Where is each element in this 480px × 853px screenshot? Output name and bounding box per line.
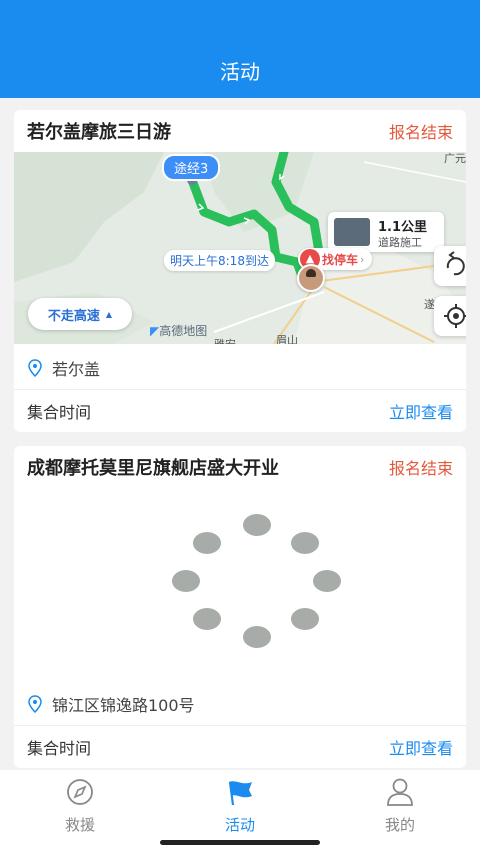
loading-spinner [14,488,466,688]
waypoint-label: 途经3 [162,154,221,181]
status-badge: 报名结束 [388,123,453,142]
flag-icon [228,781,252,806]
location-text: 锦江区锦逸路100号 [52,695,195,715]
tab-label: 救援 [64,816,95,834]
incident-photo [334,218,370,246]
compass-icon [67,779,93,805]
activity-title: 成都摩托莫里尼旗舰店盛大开业 [27,458,279,479]
tab-rescue[interactable]: 救援 [30,778,130,835]
spinner-dot [193,532,221,554]
caret-up-icon: ▲ [105,309,113,319]
incident-type: 道路施工 [378,236,422,249]
user-avatar [297,264,325,292]
chevron-right-icon: › [360,252,365,266]
gather-time-label: 集合时间 [27,403,92,422]
spinner-dot [172,570,200,592]
location-text: 若尔盖 [52,359,101,379]
refresh-icon [446,251,465,276]
view-details-link[interactable]: 立即查看 [389,399,453,423]
top-bar: 活动 [0,0,480,98]
map-watermark: ◤高德地图 [150,324,208,338]
spinner-dot [243,626,271,648]
gather-time-row: 集合时间 立即查看 [14,726,466,768]
location-row: 若尔盖 [14,346,466,390]
location-pin-icon [28,694,42,713]
user-icon [387,778,413,806]
refresh-route-button[interactable] [434,246,466,286]
activity-card-header: 成都摩托莫里尼旗舰店盛大开业 报名结束 [14,446,466,488]
avoid-highway-toggle[interactable]: 不走高速 ▲ [28,298,132,330]
gather-time-label: 集合时间 [27,739,92,758]
incident-card[interactable]: 1.1公里 道路施工 [328,212,444,252]
tab-mine[interactable]: 我的 [350,778,450,835]
place-label: 广元 [444,152,466,165]
home-indicator [160,840,320,845]
tab-label: 我的 [384,816,415,834]
view-details-link[interactable]: 立即查看 [389,735,453,759]
spinner-dot [313,570,341,592]
status-badge: 报名结束 [388,459,453,478]
spinner-dot [193,608,221,630]
spinner-dot [291,608,319,630]
tab-activities[interactable]: 活动 [190,778,290,835]
page-title: 活动 [220,60,260,84]
activity-title: 若尔盖摩旅三日游 [27,122,171,143]
activity-card[interactable]: 成都摩托莫里尼旗舰店盛大开业 报名结束 锦江区锦逸路100号 集合时间 立即查看 [14,446,466,768]
arrival-label: 明天上午8:18到达 [164,250,275,271]
spinner-dot [243,514,271,536]
location-row: 锦江区锦逸路100号 [14,682,466,726]
location-pin-icon [28,358,42,377]
crosshair-icon [444,304,466,328]
place-label: 雅安 [214,336,236,344]
incident-distance: 1.1公里 [378,220,428,235]
spinner-dot [291,532,319,554]
activity-card[interactable]: 若尔盖摩旅三日游 报名结束 途经3 广元 遂 眉山 1.1公里 道路施工 ▲ 找… [14,110,466,432]
locate-button[interactable] [434,296,466,336]
route-map[interactable]: 途经3 广元 遂 眉山 雅安 1.1公里 道路施工 ▲ 找停车 › 明天上午8:… [14,152,466,344]
amap-logo-icon: ◤ [150,324,160,338]
activity-card-header: 若尔盖摩旅三日游 报名结束 [14,110,466,152]
gather-time-row: 集合时间 立即查看 [14,390,466,432]
place-label: 眉山 [276,334,298,344]
tab-label: 活动 [224,816,255,834]
